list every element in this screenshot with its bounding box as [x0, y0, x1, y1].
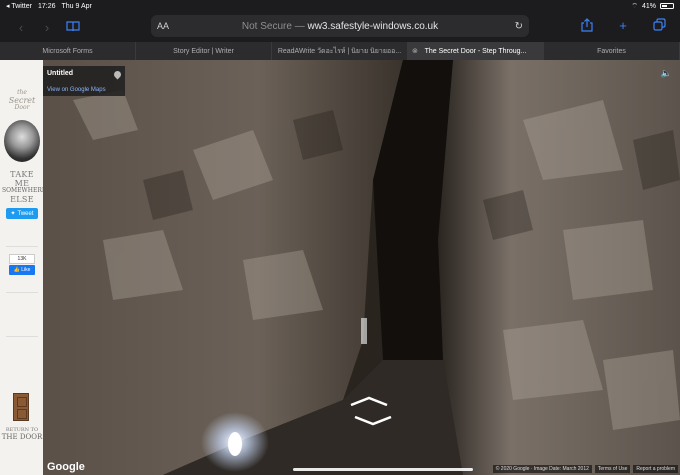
new-tab-icon[interactable]: + [610, 18, 636, 35]
location-title: Untitled [47, 70, 74, 77]
speaker-icon[interactable]: 🔈 [661, 68, 672, 79]
navigate-back-arrow-icon[interactable] [353, 416, 393, 426]
map-pin-icon [112, 69, 123, 80]
somewhere-label: SOMEWHERE [2, 187, 47, 195]
location-info-box: Untitled View on Google Maps [43, 66, 125, 96]
secret-door-logo[interactable]: the Secret Door [4, 89, 40, 112]
like-label: Like [21, 267, 31, 273]
close-tab-icon[interactable]: ⊗ [412, 47, 418, 55]
tab-bar: Microsoft Forms Story Editor | Writer Re… [0, 42, 680, 60]
tab-story-editor[interactable]: Story Editor | Writer [136, 42, 272, 60]
back-icon[interactable]: ‹ [8, 20, 34, 35]
status-time: 17:26 [37, 2, 56, 10]
tab-label: ReadAWrite วัดอะไรห์ | นิยาย นิยายออ... [277, 47, 402, 55]
door-icon[interactable] [13, 393, 29, 421]
tab-microsoft-forms[interactable]: Microsoft Forms [0, 42, 136, 60]
tabs-overview-icon[interactable] [646, 18, 672, 35]
site-sidebar: the Secret Door TAKE ME SOMEWHERE ELSE ✦… [0, 60, 47, 475]
divider [6, 336, 38, 337]
tweet-label: Tweet [17, 210, 34, 217]
forward-icon[interactable]: › [34, 20, 60, 35]
else-label: ELSE [10, 195, 34, 205]
thumbs-up-icon: 👍 [13, 267, 20, 273]
browser-toolbar: ‹ › AA Not Secure — ww3.safestyle-window… [0, 12, 680, 42]
tab-readawrite[interactable]: ReadAWrite วัดอะไรห์ | นิยาย นิยายออ... [272, 42, 408, 60]
battery-icon [660, 3, 674, 9]
security-label: Not Secure [241, 20, 292, 32]
report-problem-link[interactable]: Report a problem [633, 465, 678, 473]
back-app-label: Twitter [11, 3, 32, 10]
back-to-app-link[interactable]: ◂ Twitter [6, 2, 32, 10]
tab-label: Microsoft Forms [42, 47, 93, 55]
return-to-door-button[interactable]: RETURN TO THE DOOR [1, 427, 43, 441]
reader-options-button[interactable]: AA [157, 21, 169, 31]
home-indicator [293, 468, 473, 471]
status-bar: ◂ Twitter 17:26 Thu 9 Apr ⌔ 41% [0, 0, 680, 12]
tab-label: The Secret Door - Step Throug... [424, 47, 527, 55]
view-on-google-maps-link[interactable]: View on Google Maps [47, 87, 106, 93]
reload-icon[interactable]: ↻ [515, 21, 523, 32]
address-bar[interactable]: AA Not Secure — ww3.safestyle-windows.co… [151, 15, 529, 37]
url-text: Not Secure — ww3.safestyle-windows.co.uk [151, 21, 529, 32]
share-icon[interactable] [574, 18, 600, 35]
logo-line: Door [14, 104, 30, 112]
bookmarks-icon[interactable] [60, 20, 86, 35]
map-footer: © 2020 Google · Image Date: March 2012 T… [492, 465, 678, 473]
twitter-bird-icon: ✦ [10, 211, 16, 217]
divider [6, 292, 38, 293]
domain-label: ww3.safestyle-windows.co.uk [307, 20, 439, 32]
navigate-forward-arrow-icon[interactable] [349, 396, 389, 406]
tab-label: Favorites [597, 47, 626, 55]
tab-favorites[interactable]: Favorites [544, 42, 680, 60]
facebook-like-button[interactable]: 👍 Like [9, 265, 35, 275]
take-me-label: TAKE ME [10, 170, 34, 189]
tweet-button[interactable]: ✦ Tweet [6, 208, 38, 219]
take-me-somewhere-else-button[interactable]: TAKE ME SOMEWHERE ELSE [2, 170, 47, 205]
cave-scene [43, 60, 680, 475]
google-logo: Google [47, 461, 85, 473]
facebook-like-widget[interactable]: 13K 👍 Like [9, 254, 35, 275]
tab-label: Story Editor | Writer [173, 47, 234, 55]
the-door-label: THE DOOR [1, 433, 43, 441]
like-count: 13K [9, 254, 35, 264]
tab-secret-door[interactable]: ⊗ The Secret Door - Step Throug... [408, 42, 544, 60]
divider [6, 246, 38, 247]
street-view-panorama[interactable]: Untitled View on Google Maps 🔈 Google © … [43, 60, 680, 475]
terms-of-use-link[interactable]: Terms of Use [594, 465, 631, 473]
door-knocker-button[interactable] [4, 120, 40, 162]
wifi-icon: ⌔ [631, 2, 638, 10]
copyright-text: © 2020 Google · Image Date: March 2012 [492, 465, 592, 473]
battery-percent: 41% [641, 2, 656, 10]
status-date: Thu 9 Apr [61, 2, 92, 10]
url-separator: — [294, 20, 305, 32]
